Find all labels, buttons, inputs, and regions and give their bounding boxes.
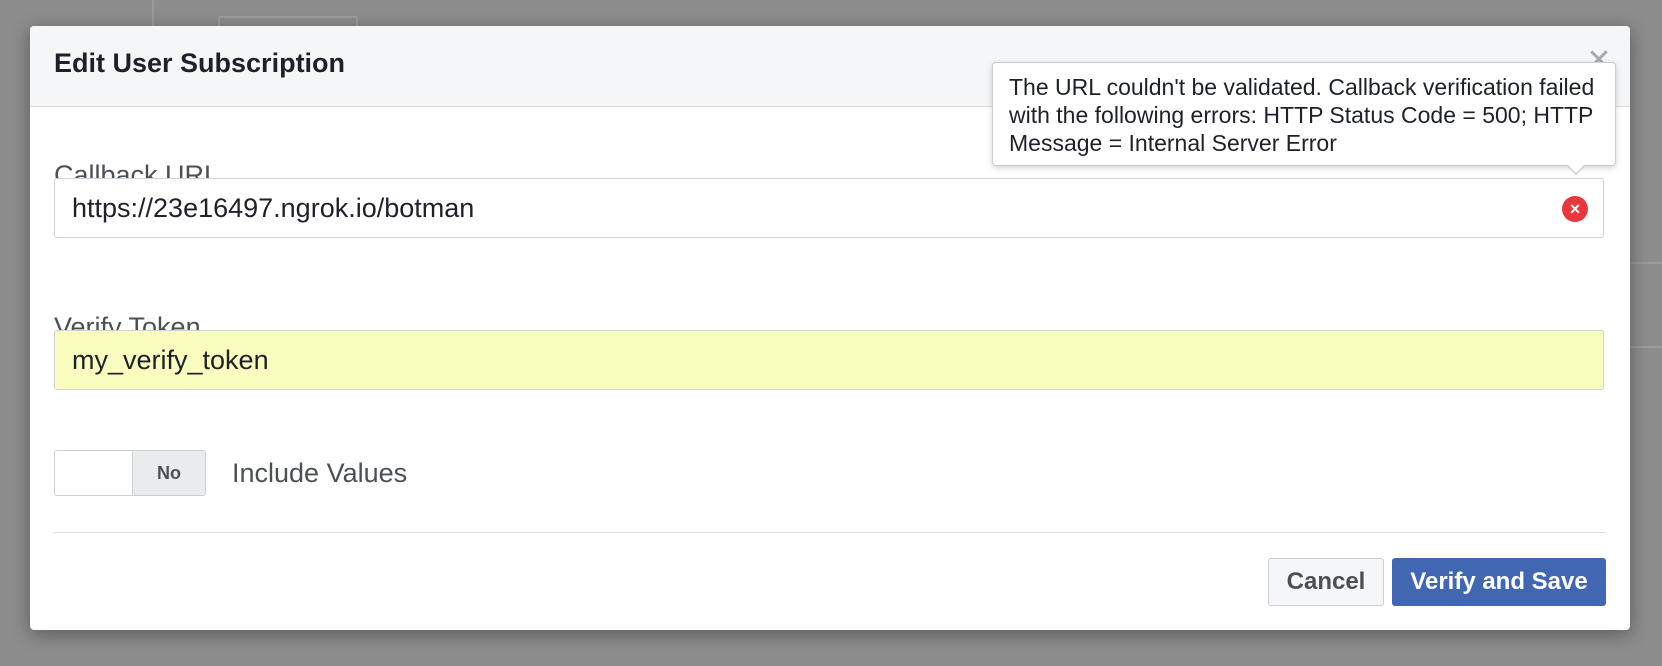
error-icon: × [1562,196,1588,222]
toggle-state-label: No [133,451,205,495]
verify-and-save-button[interactable]: Verify and Save [1392,558,1606,606]
verify-token-input[interactable] [54,330,1604,390]
footer-divider [54,532,1606,533]
include-values-label: Include Values [232,458,408,488]
background-divider [152,0,154,26]
toggle-knob [55,451,133,495]
cancel-button[interactable]: Cancel [1268,558,1384,606]
dialog-title: Edit User Subscription [54,48,346,78]
tooltip-arrow-inner [1567,164,1585,173]
edit-subscription-dialog: Edit User Subscription ✕ Callback URL × … [30,26,1630,630]
background-element [1626,262,1662,348]
callback-url-input[interactable] [54,178,1604,238]
include-values-toggle[interactable]: No [54,450,206,496]
validation-error-tooltip: The URL couldn't be validated. Callback … [992,62,1616,166]
